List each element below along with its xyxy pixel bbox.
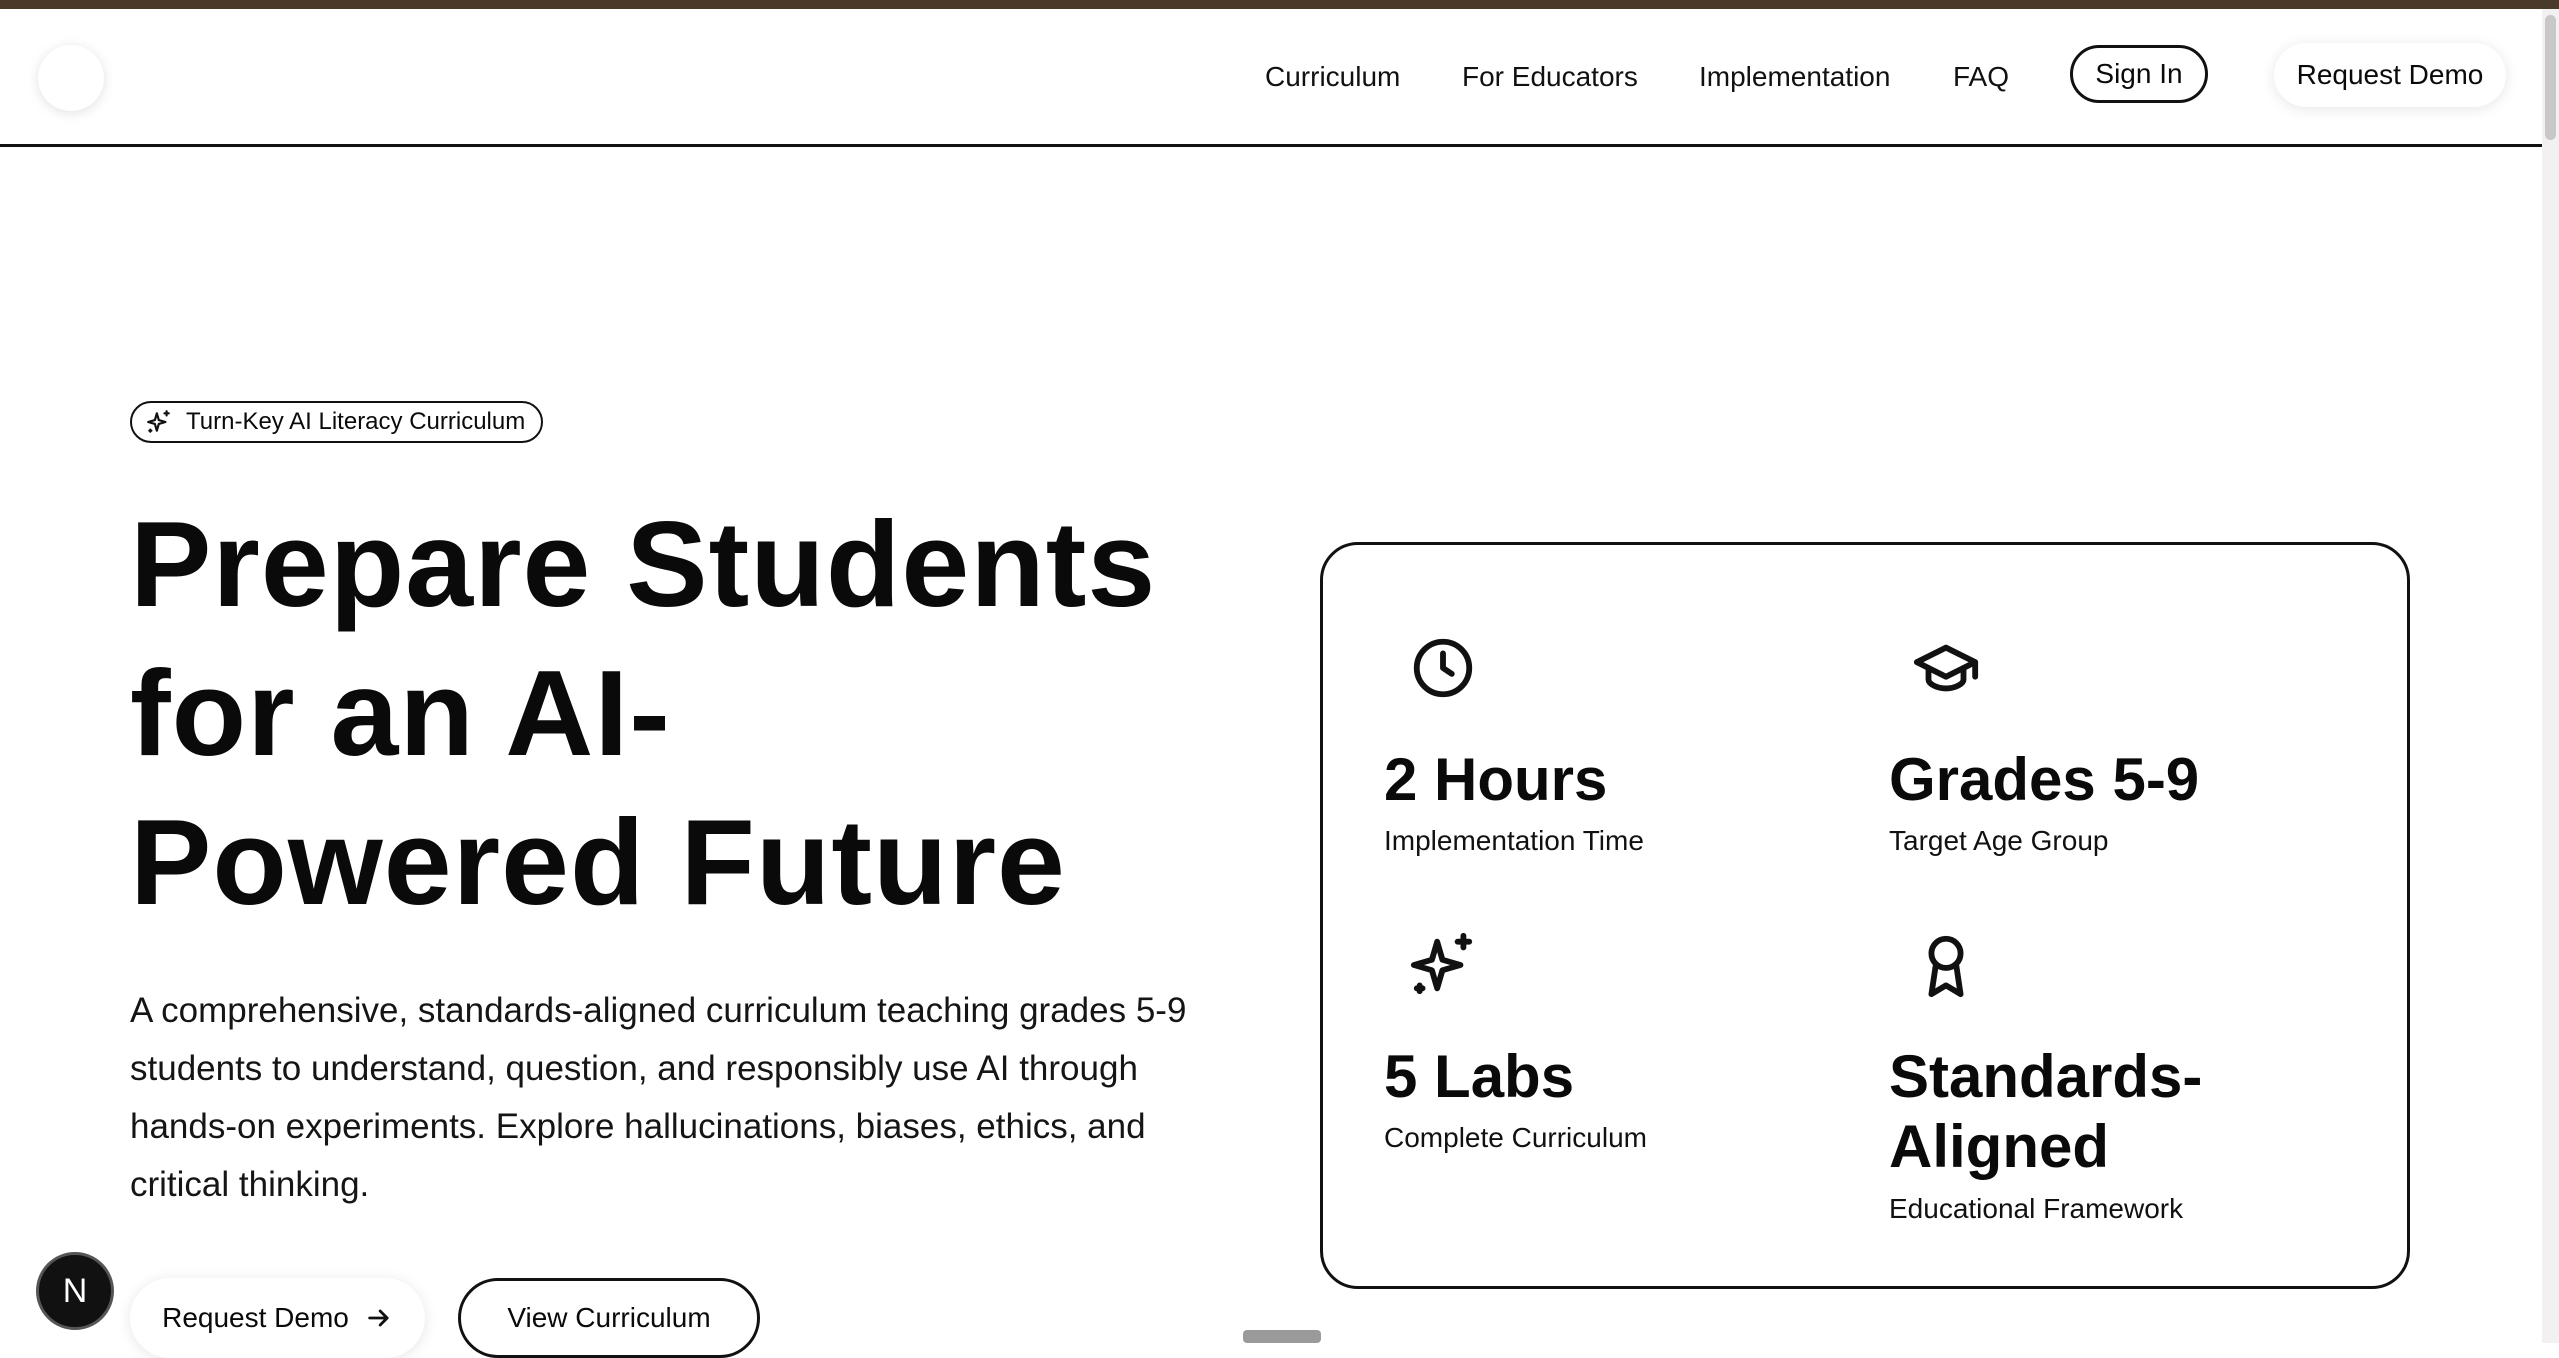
stat-value: 2 Hours [1384,746,1608,813]
logo[interactable] [38,45,104,111]
nav-link-curriculum[interactable]: Curriculum [1265,61,1400,93]
nav-link-implementation[interactable]: Implementation [1699,61,1890,93]
request-demo-nav-button[interactable]: Request Demo [2274,43,2506,107]
stat-value: 5 Labs [1384,1043,1575,1110]
request-demo-label: Request Demo [162,1302,349,1333]
hero-title-line: for an AI- [130,645,671,781]
hero-description: A comprehensive, standards-aligned curri… [130,991,1187,1204]
stat-label: Implementation Time [1384,825,1644,856]
stat-value: Standards- [1889,1043,2203,1110]
dev-tools-badge[interactable]: N [36,1252,114,1330]
clock-icon [1413,638,1473,698]
stat-label: Complete Curriculum [1384,1122,1647,1153]
hero-title: Prepare Students for an AI- Powered Futu… [130,490,1280,937]
stat-label: Target Age Group [1889,825,2109,856]
sparkles-icon [1410,932,1473,995]
hero-title-line: Prepare Students [130,496,1157,632]
stats-card: 2 Hours Implementation Time Grades 5-9 T… [1320,542,2410,1289]
stat-value: Aligned [1889,1113,2109,1180]
request-demo-button[interactable]: Request Demo [130,1278,425,1358]
site-header: Curriculum For Educators Implementation … [0,9,2542,147]
top-accent-bar [0,0,2559,9]
arrow-right-icon [368,1309,389,1327]
view-curriculum-button[interactable]: View Curriculum [458,1278,760,1358]
curriculum-badge: Turn-Key AI Literacy Curriculum [130,401,544,443]
page-scrollbar[interactable] [2542,9,2559,1343]
scroll-indicator [1243,1330,1321,1343]
stat-label: Educational Framework [1889,1193,2184,1224]
stat-value: Grades 5-9 [1889,746,2200,813]
hero-title-line: Powered Future [130,794,1066,930]
award-icon [1928,935,1964,998]
graduation-cap-icon [1913,644,1979,692]
badge-label: Turn-Key AI Literacy Curriculum [186,408,526,435]
sparkles-icon [147,410,170,433]
nav-link-faq[interactable]: FAQ [1953,61,2009,93]
sign-in-button[interactable]: Sign In [2070,45,2208,103]
scrollbar-thumb[interactable] [2545,15,2556,140]
nav-link-for-educators[interactable]: For Educators [1462,61,1638,93]
